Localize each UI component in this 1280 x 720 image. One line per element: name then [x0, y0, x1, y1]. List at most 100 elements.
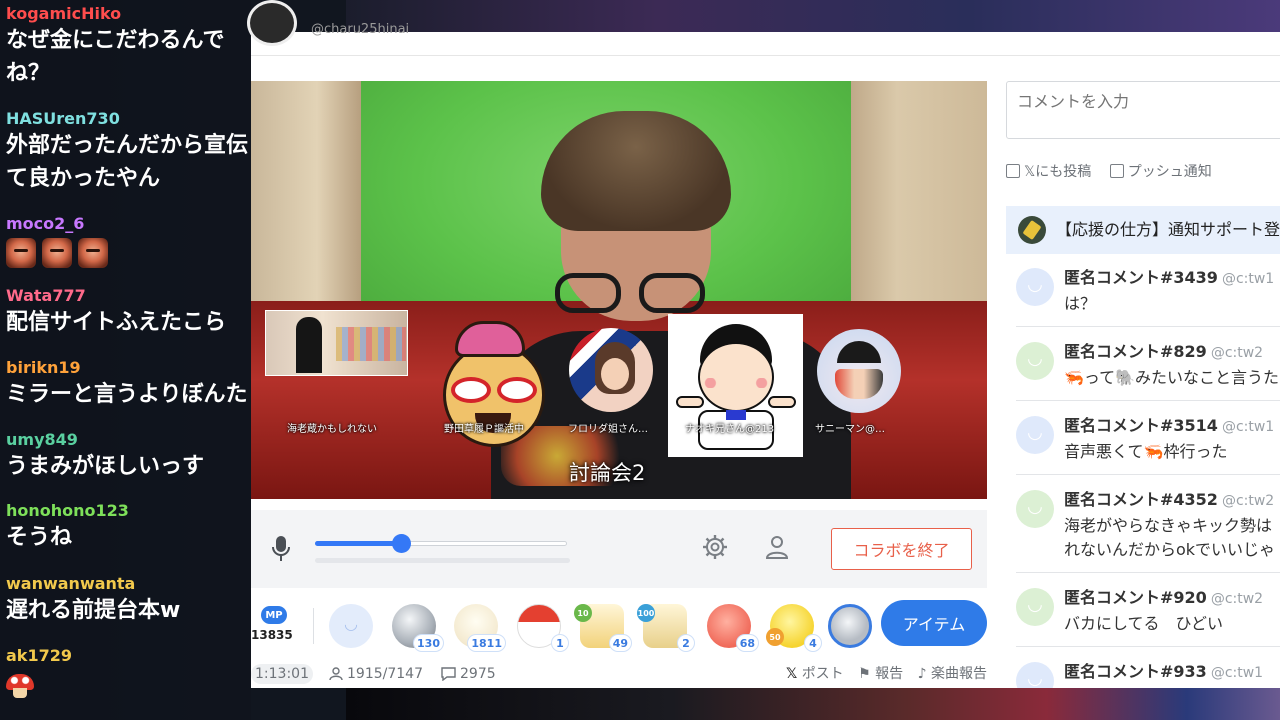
item-button[interactable]: アイテム: [881, 600, 987, 646]
commenter-id: @c:tw2: [1221, 493, 1275, 509]
chat-message: moco2_6: [6, 214, 114, 272]
viewer-icon: [329, 667, 343, 681]
post-to-x-label: 𝕏にも投稿: [1024, 164, 1092, 180]
comment-input[interactable]: [1006, 81, 1280, 139]
volume-knob[interactable]: [391, 534, 411, 553]
comment-item[interactable]: 匿名コメント#829@c:tw2 🦐って🐘みたいなこと言うた: [1016, 328, 1280, 401]
gift-drink-100[interactable]: 100 2: [637, 602, 695, 652]
comment-item[interactable]: 匿名コメント#4352@c:tw2 海老がやらなきゃキック勢は れないんだからo…: [1016, 476, 1280, 573]
participant-avatar[interactable]: [569, 328, 653, 412]
streamer-hair: [541, 111, 731, 231]
commenter-name-text: 匿名コメント#3514: [1064, 416, 1218, 435]
noda-glasses: [449, 377, 539, 403]
commenter-id: @c:tw1: [1221, 419, 1275, 435]
volume-slider[interactable]: [315, 534, 567, 553]
chat-message: wanwanwanta 遅れる前提台本w: [6, 574, 180, 627]
chat-text: 外部だったんだから宣伝: [6, 133, 249, 158]
comment-item[interactable]: 匿名コメント#3439@c:tw1 は？: [1016, 254, 1280, 327]
smile-mouth-icon: ◡: [344, 614, 358, 633]
gift-count: 130: [413, 634, 444, 652]
commenter-name: 匿名コメント#4352 @c:tw2: [1064, 486, 1274, 510]
participant-avatar[interactable]: [668, 314, 803, 457]
commenter-name: 匿名コメント#829 @c:tw2: [1064, 338, 1263, 362]
commenter-avatar: [1016, 342, 1054, 380]
checkbox-icon: [1006, 164, 1020, 178]
mp-points[interactable]: MP 13835: [251, 606, 297, 646]
broadcaster-handle[interactable]: @charu25hinai: [311, 22, 409, 37]
commenter-id: @c:tw2: [1210, 345, 1264, 361]
chat-username: kogamicHiko: [6, 4, 122, 23]
user-icon[interactable]: [765, 534, 789, 560]
comment-icon: [441, 667, 456, 681]
gift-bun[interactable]: 1811: [452, 602, 506, 652]
notice-text: 【応援の仕方】通知サポート登録: [1056, 220, 1280, 239]
end-collab-button[interactable]: コラボを終了: [831, 528, 972, 570]
participant-name: 海老蔵かもしれない: [287, 424, 377, 435]
push-notify-checkbox[interactable]: プッシュ通知: [1109, 164, 1212, 180]
video-player[interactable]: 海老蔵かもしれない 野田草履Ｐ謳活中 フロリダ姐さん… ナオキ兄さん@213 サ…: [251, 81, 987, 499]
comment-item[interactable]: 匿名コメント#920@c:tw2 バカにしてる ひどい: [1016, 574, 1280, 647]
comment-list[interactable]: 匿名コメント#3439@c:tw1 は？ 匿名コメント#829@c:tw2 🦐っ…: [1016, 254, 1280, 688]
chat-message: HASUren730 外部だったんだから宣伝 て良かったやん: [6, 109, 248, 195]
face-emote-icon: [6, 238, 36, 268]
gift-count: 49: [608, 634, 632, 652]
comment-count: 2975: [441, 664, 496, 684]
comment-item[interactable]: 匿名コメント#933@c:tw1: [1016, 648, 1280, 688]
comment-text: 海老がやらなきゃキック勢は れないんだからokでいいじゃ: [1064, 514, 1275, 562]
report-link[interactable]: ⚑ 報告: [858, 666, 903, 682]
chat-username: birikn19: [6, 358, 81, 377]
broadcaster-avatar[interactable]: [247, 0, 297, 46]
stream-app: @charu25hinai 海老蔵かもしれない 野田草履Ｐ謳活中 フロリダ姐さん…: [247, 0, 1280, 688]
chat-message: ak1729: [6, 646, 72, 702]
app-header: @charu25hinai: [247, 0, 1280, 56]
chat-message: honohono123 そうね: [6, 501, 129, 554]
post-x-link[interactable]: 𝕏 ポスト: [786, 666, 844, 682]
flag-icon: ⚑: [858, 666, 871, 682]
naoki-face: [698, 342, 774, 412]
commenter-avatar: [1016, 268, 1054, 306]
comment-text: 音声悪くて🦐枠行った: [1064, 442, 1228, 461]
participant-name: フロリダ姐さん…: [568, 424, 648, 435]
support-notice[interactable]: 【応援の仕方】通知サポート登録: [1006, 206, 1280, 254]
gift-pink-blob[interactable]: 68: [705, 602, 759, 652]
commenter-avatar: [1016, 490, 1054, 528]
x-icon: 𝕏: [785, 666, 798, 682]
chat-username: ak1729: [6, 646, 72, 665]
stream-background-bottom: [346, 688, 1280, 720]
chat-text: ミラーと言うよりぼんた: [6, 382, 248, 407]
emote-row: [6, 238, 114, 272]
gift-count: 4: [804, 634, 822, 652]
mp-label: MP: [261, 606, 287, 624]
mic-icon[interactable]: [271, 535, 291, 563]
audio-level-meter: [315, 558, 570, 563]
post-options: 𝕏にも投稿 プッシュ通知: [1006, 161, 1226, 181]
gift-chick[interactable]: 50 4: [766, 602, 822, 652]
chat-username: honohono123: [6, 501, 129, 520]
face-emote-icon: [78, 238, 108, 268]
chat-text: そうね: [6, 525, 73, 550]
collab-video-thumb[interactable]: [265, 310, 408, 376]
commenter-id: @c:tw2: [1210, 591, 1264, 607]
post-label: ポスト: [801, 666, 844, 682]
screen: kogamicHiko なぜ金にこだわるんで ね？ HASUren730 外部だ…: [0, 0, 1280, 720]
item-bar: MP 13835 ◡ 130 1811 1 10 49 100 2 68 50 …: [251, 598, 987, 654]
participant-avatar[interactable]: [817, 329, 901, 413]
gift-drink-10[interactable]: 10 49: [574, 602, 632, 652]
post-to-x-checkbox[interactable]: 𝕏にも投稿: [1006, 164, 1091, 180]
face-emote-icon: [42, 238, 72, 268]
gift-tag: 100: [637, 604, 655, 622]
participant-name: サニーマン@…: [815, 424, 885, 435]
gear-icon[interactable]: [702, 534, 728, 560]
comment-item[interactable]: 匿名コメント#3514@c:tw1 音声悪くて🦐枠行った: [1016, 402, 1280, 475]
comment-text: は？: [1064, 294, 1097, 313]
song-report-link[interactable]: ♪ 楽曲報告: [918, 666, 987, 682]
gift-smile[interactable]: ◡: [327, 602, 375, 650]
gift-count: 1811: [467, 634, 506, 652]
comment-text-line: れないんだからokでいいじゃ: [1064, 540, 1276, 559]
gift-coin-select[interactable]: [826, 602, 874, 650]
gift-sushi[interactable]: 1: [515, 602, 569, 652]
naoki-arm: [676, 396, 704, 408]
chat-text: 配信サイトふえたこら: [6, 310, 227, 335]
gift-coin[interactable]: 130: [390, 602, 444, 652]
chat-text: て良かったやん: [6, 166, 161, 191]
